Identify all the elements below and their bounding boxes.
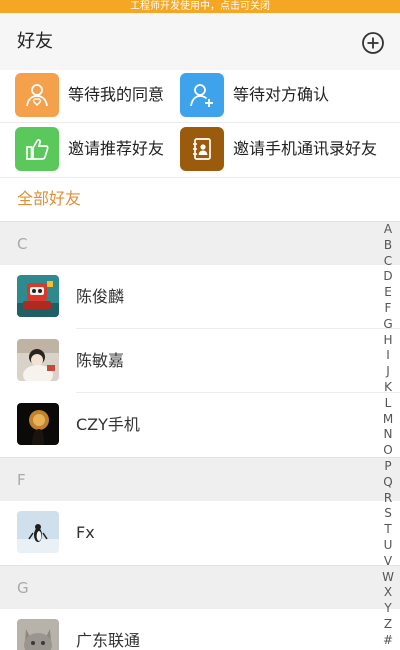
page-title: 好友 — [17, 31, 53, 52]
index-letter-g[interactable]: G — [383, 317, 392, 333]
section-header-c: C — [0, 221, 400, 265]
index-letter-w[interactable]: W — [382, 570, 394, 586]
penguin-avatar — [17, 511, 59, 553]
index-letter-t[interactable]: T — [384, 522, 391, 538]
index-letter-u[interactable]: U — [384, 538, 393, 554]
index-letter-b[interactable]: B — [384, 238, 392, 254]
index-letter-a[interactable]: A — [384, 222, 392, 238]
all-friends-header: 全部好友 — [0, 177, 400, 221]
alphabet-index[interactable]: A B C D E F G H I J K L M N O P Q R S T … — [379, 222, 397, 648]
quick-action-label: 等待我的同意 — [68, 85, 165, 104]
index-letter-k[interactable]: K — [384, 380, 392, 396]
person-avatar — [17, 339, 59, 381]
person-heart-icon — [15, 73, 59, 117]
night-avatar — [17, 403, 59, 445]
index-letter-o[interactable]: O — [383, 443, 392, 459]
index-letter-z[interactable]: Z — [384, 617, 392, 633]
contact-row[interactable]: Fx — [0, 501, 400, 565]
section-letter: G — [17, 579, 29, 597]
contact-name: CZY手机 — [76, 415, 140, 434]
divider — [0, 122, 400, 123]
index-letter-r[interactable]: R — [384, 491, 392, 507]
add-person-icon — [180, 73, 224, 117]
header: 好友 — [0, 13, 400, 70]
cat-avatar — [17, 619, 59, 650]
section-letter: C — [17, 235, 28, 253]
index-letter-e[interactable]: E — [384, 285, 392, 301]
index-letter-hash[interactable]: # — [383, 633, 393, 649]
index-letter-q[interactable]: Q — [383, 475, 392, 491]
index-letter-l[interactable]: L — [385, 396, 392, 412]
quick-action-label: 等待对方确认 — [233, 85, 330, 104]
index-letter-y[interactable]: Y — [384, 601, 391, 617]
index-letter-x[interactable]: X — [384, 585, 392, 601]
contact-row[interactable]: 陈俊麟 — [0, 265, 400, 329]
quick-actions: 等待我的同意 等待对方确认 邀请推荐好友 邀请手机通讯录好友 — [0, 70, 400, 177]
contact-row[interactable]: 陈敏嘉 — [0, 329, 400, 393]
index-letter-i[interactable]: I — [386, 348, 390, 364]
quick-action-label: 邀请推荐好友 — [68, 139, 165, 158]
quick-action-label: 邀请手机通讯录好友 — [233, 139, 378, 158]
section-letter: F — [17, 471, 26, 489]
index-letter-c[interactable]: C — [384, 254, 392, 270]
all-friends-label: 全部好友 — [17, 189, 82, 208]
contact-list[interactable]: C 陈俊麟 陈敏嘉 CZY手机 F Fx G 广东联通 — [0, 221, 400, 650]
plus-circle-icon — [362, 32, 384, 54]
contact-row[interactable]: CZY手机 — [0, 393, 400, 457]
index-letter-v[interactable]: V — [384, 554, 392, 570]
contact-name: 陈敏嘉 — [76, 351, 125, 370]
contact-name: 陈俊麟 — [76, 287, 125, 306]
contact-book-icon — [180, 127, 224, 171]
contact-row[interactable]: 广东联通 — [0, 609, 400, 650]
invite-phone-contacts-button[interactable]: 邀请手机通讯录好友 — [180, 124, 400, 176]
index-letter-j[interactable]: J — [386, 364, 390, 380]
waiting-my-approval-button[interactable]: 等待我的同意 — [15, 70, 177, 122]
contact-name: 广东联通 — [76, 631, 141, 650]
index-letter-m[interactable]: M — [383, 412, 393, 428]
index-letter-f[interactable]: F — [385, 301, 392, 317]
index-letter-s[interactable]: S — [384, 506, 392, 522]
waiting-confirmation-button[interactable]: 等待对方确认 — [180, 70, 400, 122]
section-header-f: F — [0, 457, 400, 501]
add-friend-button[interactable] — [361, 31, 385, 55]
invite-recommended-button[interactable]: 邀请推荐好友 — [15, 124, 177, 176]
index-letter-p[interactable]: P — [384, 459, 391, 475]
robot-avatar — [17, 275, 59, 317]
contact-name: Fx — [76, 523, 95, 542]
index-letter-h[interactable]: H — [383, 333, 392, 349]
index-letter-d[interactable]: D — [383, 269, 392, 285]
section-header-g: G — [0, 565, 400, 609]
thumbs-up-icon — [15, 127, 59, 171]
dev-banner[interactable]: 工程师开发使用中，点击可关闭 — [0, 0, 400, 13]
index-letter-n[interactable]: N — [384, 427, 393, 443]
